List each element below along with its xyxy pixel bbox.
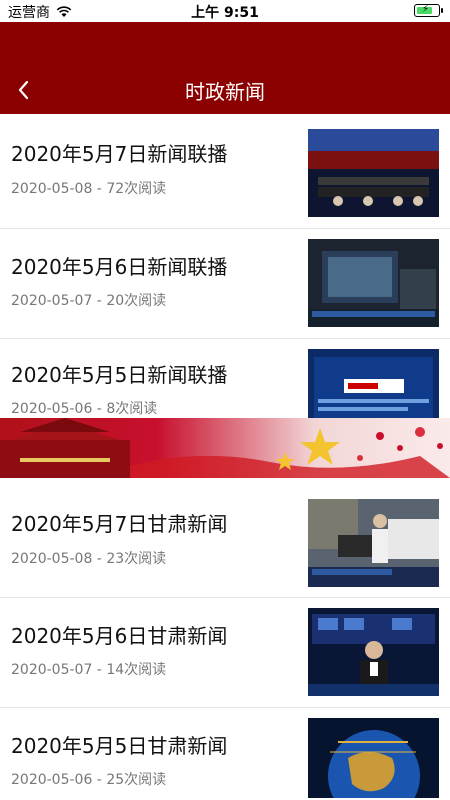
news-item[interactable]: 2020年5月6日新闻联播 2020-05-07 - 20次阅读	[0, 229, 450, 339]
nav-bar: 时政新闻	[0, 22, 450, 114]
banner-image	[0, 418, 450, 478]
status-bar: 运营商 上午 9:51 ⚡	[0, 0, 450, 22]
news-item[interactable]: 2020年5月5日甘肃新闻 2020-05-06 - 25次阅读	[0, 708, 450, 800]
status-time: 上午 9:51	[191, 5, 259, 21]
news-thumbnail	[308, 499, 439, 587]
news-thumbnail	[308, 718, 439, 798]
news-title: 2020年5月7日甘肃新闻	[11, 512, 228, 536]
news-thumbnail	[308, 608, 439, 696]
news-thumbnail	[308, 349, 439, 418]
news-thumbnail	[308, 239, 439, 327]
news-item[interactable]: 2020年5月7日新闻联播 2020-05-08 - 72次阅读	[0, 114, 450, 229]
page-title: 时政新闻	[185, 80, 265, 104]
news-meta: 2020-05-08 - 23次阅读	[11, 551, 167, 567]
news-title: 2020年5月5日甘肃新闻	[11, 734, 228, 758]
news-title: 2020年5月6日新闻联播	[11, 255, 228, 279]
news-item[interactable]: 2020年5月7日甘肃新闻 2020-05-08 - 23次阅读	[0, 478, 450, 598]
news-title: 2020年5月5日新闻联播	[11, 363, 228, 387]
news-meta: 2020-05-06 - 25次阅读	[11, 772, 167, 788]
news-meta: 2020-05-07 - 20次阅读	[11, 293, 167, 309]
news-item[interactable]: 2020年5月6日甘肃新闻 2020-05-07 - 14次阅读	[0, 598, 450, 708]
battery-icon: ⚡	[414, 4, 443, 17]
news-title: 2020年5月6日甘肃新闻	[11, 624, 228, 648]
news-thumbnail	[308, 129, 439, 217]
news-meta: 2020-05-07 - 14次阅读	[11, 662, 167, 678]
news-item[interactable]: 2020年5月5日新闻联播 2020-05-06 - 8次阅读	[0, 339, 450, 418]
news-meta: 2020-05-08 - 72次阅读	[11, 181, 167, 197]
news-title: 2020年5月7日新闻联播	[11, 142, 228, 166]
charging-icon: ⚡	[422, 4, 430, 15]
news-meta: 2020-05-06 - 8次阅读	[11, 401, 158, 417]
